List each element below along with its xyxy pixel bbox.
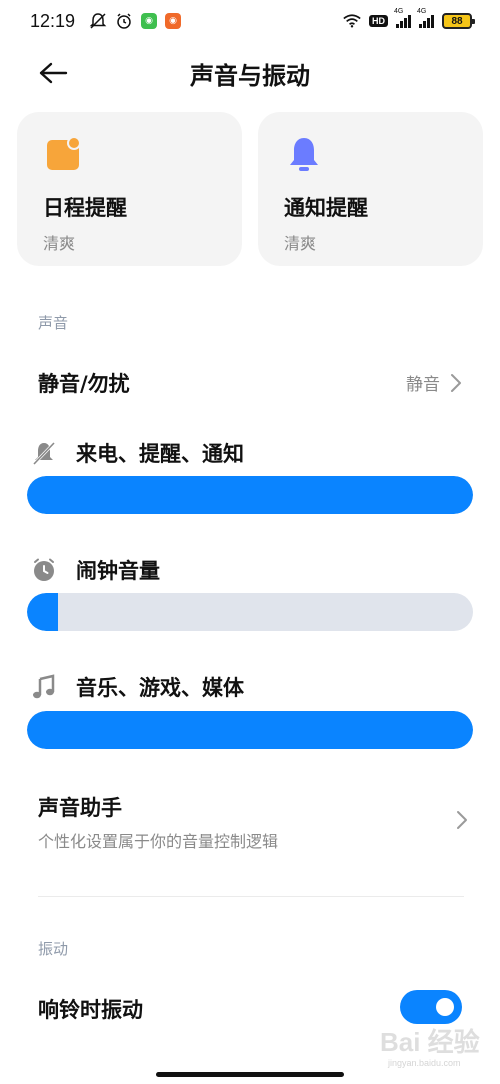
volume-label-media: 音乐、游戏、媒体 [30,672,244,702]
schedule-reminder-card[interactable]: 日程提醒 清爽 [17,112,242,266]
header: 声音与振动 [0,42,500,102]
slider-fill [27,476,473,514]
slider-fill [27,593,59,631]
volume-label-text: 闹钟音量 [76,559,160,583]
volume-label-ringtone: 来电、提醒、通知 [30,438,244,468]
alarm-clock-icon [115,12,133,30]
volume-label-alarm: 闹钟音量 [30,555,160,585]
do-not-disturb-icon [89,12,107,30]
sound-assistant-row[interactable]: 声音助手 个性化设置属于你的音量控制逻辑 [38,792,468,852]
app-notification-icon: ◉ [165,13,182,29]
watermark-url: jingyan.baidu.com [388,1058,461,1068]
status-bar: 12:19 ◉ ◉ HD 4G 4G 88 [0,0,500,42]
sound-assistant-title: 声音助手 [38,796,122,820]
mute-dnd-value[interactable]: 静音 [406,370,462,395]
card-subtitle: 清爽 [43,234,76,253]
alarm-clock-icon [30,556,58,584]
mute-dnd-title[interactable]: 静音/勿扰 [38,368,130,398]
status-time: 12:19 [30,10,76,31]
alarm-volume-slider[interactable] [27,593,473,631]
chevron-right-icon [457,811,467,829]
signal-icon: 4G [417,8,434,28]
card-title: 日程提醒 [43,196,127,220]
chevron-right-icon [451,373,461,392]
notification-reminder-card[interactable]: 通知提醒 清爽 [258,112,483,266]
watermark-logo: Bai 经验 [380,1027,480,1057]
section-label-sound: 声音 [38,314,69,332]
card-title: 通知提醒 [284,196,368,220]
mute-value-label: 静音 [406,375,440,395]
ringtone-volume-slider[interactable] [27,476,473,514]
card-subtitle: 清爽 [284,234,317,253]
signal-icon: 4G [394,8,411,28]
calendar-note-icon [43,134,83,174]
media-volume-slider[interactable] [27,711,473,749]
bell-muted-icon [30,439,58,467]
hd-badge: HD [369,15,388,27]
music-note-icon [30,673,58,701]
page-title: 声音与振动 [190,62,310,90]
app-notification-icon: ◉ [141,13,158,29]
sound-assistant-subtitle: 个性化设置属于你的音量控制逻辑 [38,832,279,851]
home-indicator[interactable] [156,1072,344,1077]
section-label-vibration: 振动 [38,940,69,958]
ring-vibrate-title: 响铃时振动 [38,998,143,1022]
bell-icon [284,134,324,174]
wifi-icon [343,12,361,30]
volume-label-text: 来电、提醒、通知 [76,442,244,466]
battery-icon: 88 [442,13,475,29]
slider-fill [27,711,473,749]
divider [38,896,464,897]
ring-vibrate-toggle[interactable] [400,990,462,1024]
volume-label-text: 音乐、游戏、媒体 [76,676,244,700]
toggle-knob [436,998,454,1016]
